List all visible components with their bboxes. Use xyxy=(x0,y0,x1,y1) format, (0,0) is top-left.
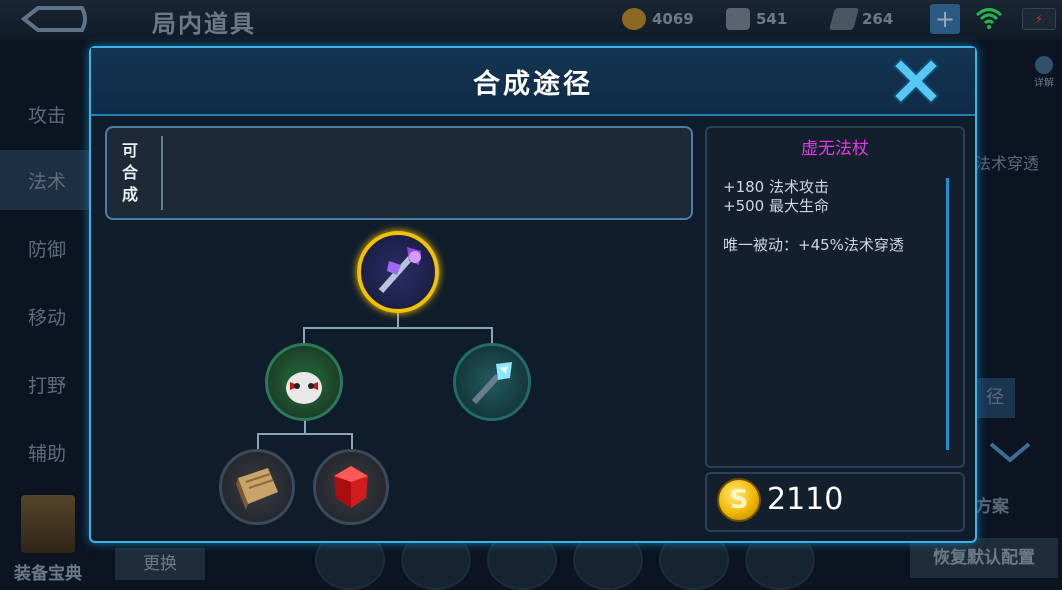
detail-label: 详解 xyxy=(1034,78,1054,89)
equipment-guide-button[interactable]: 装备宝典 xyxy=(8,495,88,585)
gold-counter: 4069 xyxy=(622,8,694,30)
equipment-guide-label: 装备宝典 xyxy=(14,564,82,584)
crystal-wand-node[interactable] xyxy=(453,343,531,421)
wand-icon xyxy=(471,362,512,405)
item-name: 虚无法杖 xyxy=(801,139,869,159)
item-price: 2110 xyxy=(767,482,844,517)
diamond-counter: 541 xyxy=(726,8,787,30)
diamond-icon xyxy=(726,8,750,30)
gold-amount: 4069 xyxy=(652,10,694,28)
item-detail-panel: 虚无法杖 +180 法术攻击 +500 最大生命 唯一被动：+45%法术穿透 xyxy=(705,126,965,468)
top-bar: 局内道具 4069 541 264 + ⚡ xyxy=(0,0,1062,40)
gold-coin-icon xyxy=(622,8,646,30)
book-node[interactable] xyxy=(219,449,295,525)
mask-icon xyxy=(282,364,326,404)
staff-icon xyxy=(378,247,421,293)
ticket-icon xyxy=(829,8,859,30)
swap-button[interactable]: 更换 xyxy=(115,548,205,580)
detail-button[interactable]: 详解 xyxy=(1030,56,1058,89)
background-build-path-button[interactable]: 径 xyxy=(975,378,1015,418)
back-icon[interactable] xyxy=(20,4,90,34)
play-icon xyxy=(1035,56,1053,74)
sidebar-item-support[interactable]: 辅助 xyxy=(0,422,96,482)
reset-default-button[interactable]: 恢复默认配置 xyxy=(910,538,1058,578)
craftable-label: 可合成 xyxy=(121,141,138,204)
dialog-header: 合成途径 xyxy=(91,48,975,116)
tree-connector xyxy=(397,311,399,327)
close-button[interactable] xyxy=(891,56,941,106)
tree-connector xyxy=(303,327,493,329)
add-currency-button[interactable]: + xyxy=(930,4,960,34)
tree-connector xyxy=(257,433,353,435)
item-passive: 唯一被动：+45%法术穿透 xyxy=(723,236,904,254)
craftable-panel: 可合成 xyxy=(105,126,693,220)
sidebar-item-movement[interactable]: 移动 xyxy=(0,286,96,346)
ruby-node[interactable] xyxy=(313,449,389,525)
price-panel: S 2110 xyxy=(705,472,965,532)
background-text-magic-pen: 法术穿透 xyxy=(975,154,1040,173)
item-stat-magic-attack: +180 法术攻击 xyxy=(723,178,829,196)
book-icon xyxy=(236,468,278,510)
dialog-title: 合成途径 xyxy=(473,69,593,100)
sidebar-item-defense[interactable]: 防御 xyxy=(0,218,96,278)
battery-icon: ⚡ xyxy=(1022,8,1056,30)
ruby-icon xyxy=(334,466,368,508)
sidebar-item-magic[interactable]: 法术 xyxy=(0,150,96,210)
diamond-amount: 541 xyxy=(756,10,788,28)
background-plan-text: 方案 xyxy=(975,497,1009,517)
ticket-amount: 264 xyxy=(862,10,894,28)
detail-scrollbar[interactable] xyxy=(946,178,949,450)
category-sidebar: 攻击 法术 防御 移动 打野 辅助 xyxy=(0,70,100,550)
sidebar-item-jungle[interactable]: 打野 xyxy=(0,354,96,414)
build-tree xyxy=(105,223,689,533)
book-icon xyxy=(21,495,75,553)
build-path-dialog: 合成途径 可合成 虚无法杖 +180 法术攻击 +500 最大生命 唯一被动：+… xyxy=(89,46,977,543)
void-staff-node[interactable] xyxy=(357,231,439,313)
wifi-icon xyxy=(975,8,1003,29)
page-title: 局内道具 xyxy=(152,10,256,38)
sidebar-item-attack[interactable]: 攻击 xyxy=(0,84,96,144)
gold-coin-icon: S xyxy=(717,478,761,522)
divider xyxy=(161,136,163,210)
chevron-down-icon[interactable] xyxy=(985,440,1035,466)
item-stat-max-hp: +500 最大生命 xyxy=(723,197,829,215)
mask-node[interactable] xyxy=(265,343,343,421)
ticket-counter: 264 xyxy=(829,8,894,30)
